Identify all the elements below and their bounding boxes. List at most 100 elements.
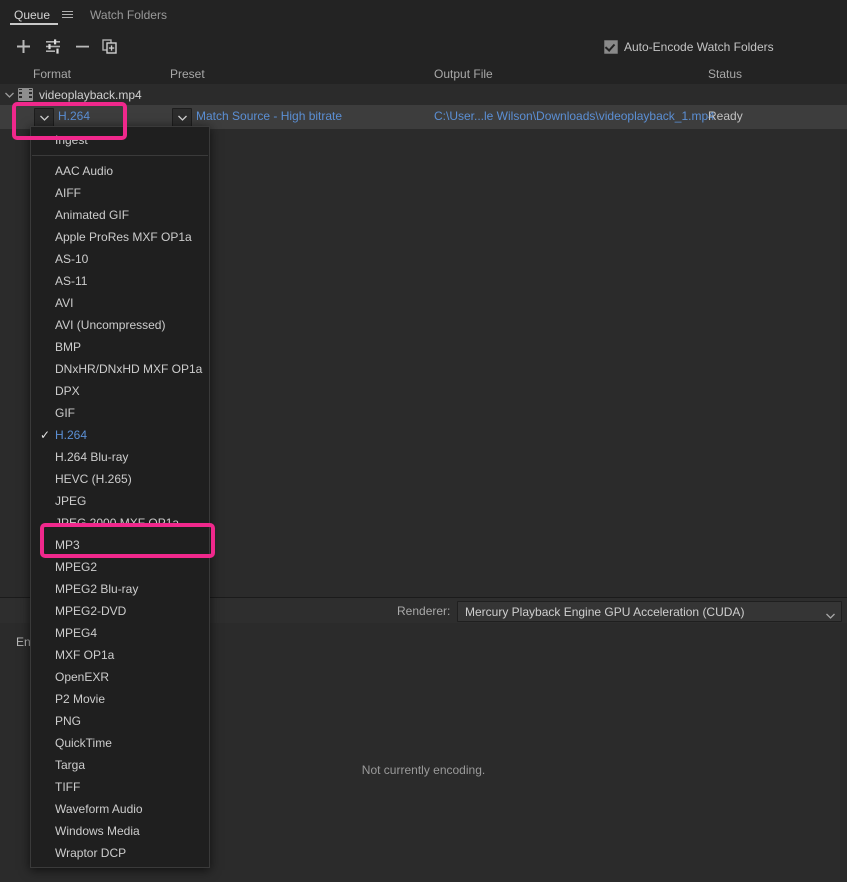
menu-item-mp3[interactable]: MP3 [31,534,209,556]
menu-item-aiff[interactable]: AIFF [31,182,209,204]
film-clip-icon [18,88,33,101]
preset-dropdown-toggle[interactable] [172,108,192,128]
menu-item-openexr[interactable]: OpenEXR [31,666,209,688]
menu-item-label: JPEG [55,494,87,508]
format-value[interactable]: H.264 [58,109,90,123]
menu-item-avi[interactable]: AVI [31,292,209,314]
menu-item-waveform-audio[interactable]: Waveform Audio [31,798,209,820]
menu-item-as-11[interactable]: AS-11 [31,270,209,292]
column-header-format[interactable]: Format [33,67,71,81]
menu-item-label: Animated GIF [55,208,130,222]
menu-item-windows-media[interactable]: Windows Media [31,820,209,842]
chevron-down-icon[interactable] [0,84,18,105]
menu-item-h-264[interactable]: ✓ H.264 [31,424,209,446]
tab-watch-folders[interactable]: Watch Folders [76,0,177,29]
menu-item-label: JPEG 2000 MXF OP1a [55,516,180,530]
menu-item-label: AAC Audio [55,164,114,178]
menu-item-jpeg[interactable]: JPEG [31,490,209,512]
renderer-select[interactable]: Mercury Playback Engine GPU Acceleration… [457,601,842,622]
menu-item-label: H.264 [55,428,88,442]
menu-item-label: QuickTime [55,736,112,750]
menu-item-dnxhr-dnxhd-mxf-op1a[interactable]: DNxHR/DNxHD MXF OP1a [31,358,209,380]
menu-item-label: BMP [55,340,82,354]
column-header-status[interactable]: Status [708,67,742,81]
auto-encode-checkbox[interactable] [604,40,618,54]
menu-item-label: OpenEXR [55,670,110,684]
media-encoder-window: Queue Watch Folders Auto-Encode Watch Fo… [0,0,847,882]
menu-item-label: AIFF [55,186,81,200]
menu-item-label: Windows Media [55,824,140,838]
auto-encode-label: Auto-Encode Watch Folders [624,40,774,54]
menu-item-h-264-blu-ray[interactable]: H.264 Blu-ray [31,446,209,468]
menu-item-label: DNxHR/DNxHD MXF OP1a [55,362,203,376]
remove-button[interactable] [69,33,95,59]
menu-item-aac-audio[interactable]: AAC Audio [31,160,209,182]
menu-item-label: MXF OP1a [55,648,115,662]
tab-strip: Queue Watch Folders [0,0,847,29]
format-dropdown-menu[interactable]: Ingest AAC Audio AIFF Animated GIF Apple Pr… [30,126,210,868]
menu-item-label: MPEG2 [55,560,98,574]
output-file-path[interactable]: C:\User...le Wilson\Downloads\videoplayb… [434,109,715,123]
menu-item-label: TIFF [55,780,81,794]
menu-item-p2-movie[interactable]: P2 Movie [31,688,209,710]
duplicate-icon [102,38,117,54]
menu-item-as-10[interactable]: AS-10 [31,248,209,270]
preset-value[interactable]: Match Source - High bitrate [196,109,342,123]
hamburger-menu-icon[interactable] [58,0,76,29]
auto-encode-watch-folders-toggle[interactable]: Auto-Encode Watch Folders [604,40,774,54]
menu-item-label: HEVC (H.265) [55,472,132,486]
column-header-output-file[interactable]: Output File [434,67,493,81]
status-value: Ready [708,109,743,123]
menu-item-mxf-op1a[interactable]: MXF OP1a [31,644,209,666]
menu-item-ingest[interactable]: Ingest [31,129,209,151]
format-menu-items: AAC Audio AIFF Animated GIF Apple ProRes MX… [31,160,209,864]
menu-item-quicktime[interactable]: QuickTime [31,732,209,754]
add-source-button[interactable] [10,33,36,59]
menu-item-label: MPEG2 Blu-ray [55,582,139,596]
menu-item-wraptor-dcp[interactable]: Wraptor DCP [31,842,209,864]
menu-item-jpeg-2000-mxf-op1a[interactable]: JPEG 2000 MXF OP1a [31,512,209,534]
menu-item-dpx[interactable]: DPX [31,380,209,402]
column-headers: Format Preset Output File Status [0,65,847,85]
renderer-selected-value: Mercury Playback Engine GPU Acceleration… [465,605,745,619]
menu-item-apple-prores-mxf-op1a[interactable]: Apple ProRes MXF OP1a [31,226,209,248]
menu-item-mpeg2-blu-ray[interactable]: MPEG2 Blu-ray [31,578,209,600]
menu-item-label: Targa [55,758,86,772]
add-preset-button[interactable] [40,33,66,59]
plus-icon [16,39,30,53]
menu-item-label: AVI [55,296,74,310]
tab-queue[interactable]: Queue [0,0,60,29]
queue-group-label: videoplayback.mp4 [39,87,142,102]
menu-item-gif[interactable]: GIF [31,402,209,424]
sliders-icon [46,38,60,54]
tab-queue-label: Queue [14,7,51,22]
menu-item-avi-uncompressed[interactable]: AVI (Uncompressed) [31,314,209,336]
menu-item-label: H.264 Blu-ray [55,450,129,464]
menu-item-mpeg2-dvd[interactable]: MPEG2-DVD [31,600,209,622]
check-icon: ✓ [40,428,51,442]
menu-item-mpeg4[interactable]: MPEG4 [31,622,209,644]
menu-item-label: Waveform Audio [55,802,143,816]
queue-group-row[interactable]: videoplayback.mp4 [0,84,847,105]
menu-item-hevc-h-265[interactable]: HEVC (H.265) [31,468,209,490]
menu-item-label: MP3 [55,538,80,552]
menu-item-label: AS-11 [55,274,88,288]
menu-item-png[interactable]: PNG [31,710,209,732]
chevron-down-icon [826,608,835,622]
renderer-label: Renderer: [397,604,451,618]
menu-item-mpeg2[interactable]: MPEG2 [31,556,209,578]
menu-item-label: MPEG2-DVD [55,604,127,618]
menu-item-label: PNG [55,714,82,728]
tab-watch-folders-label: Watch Folders [90,7,167,22]
duplicate-button[interactable] [97,33,123,59]
menu-item-label: Ingest [55,133,88,147]
menu-item-label: P2 Movie [55,692,106,706]
menu-item-tiff[interactable]: TIFF [31,776,209,798]
minus-icon [75,45,89,47]
column-header-preset[interactable]: Preset [170,67,205,81]
format-dropdown-toggle[interactable] [34,108,54,128]
menu-item-label: Wraptor DCP [55,846,127,860]
menu-item-targa[interactable]: Targa [31,754,209,776]
menu-item-animated-gif[interactable]: Animated GIF [31,204,209,226]
menu-item-bmp[interactable]: BMP [31,336,209,358]
